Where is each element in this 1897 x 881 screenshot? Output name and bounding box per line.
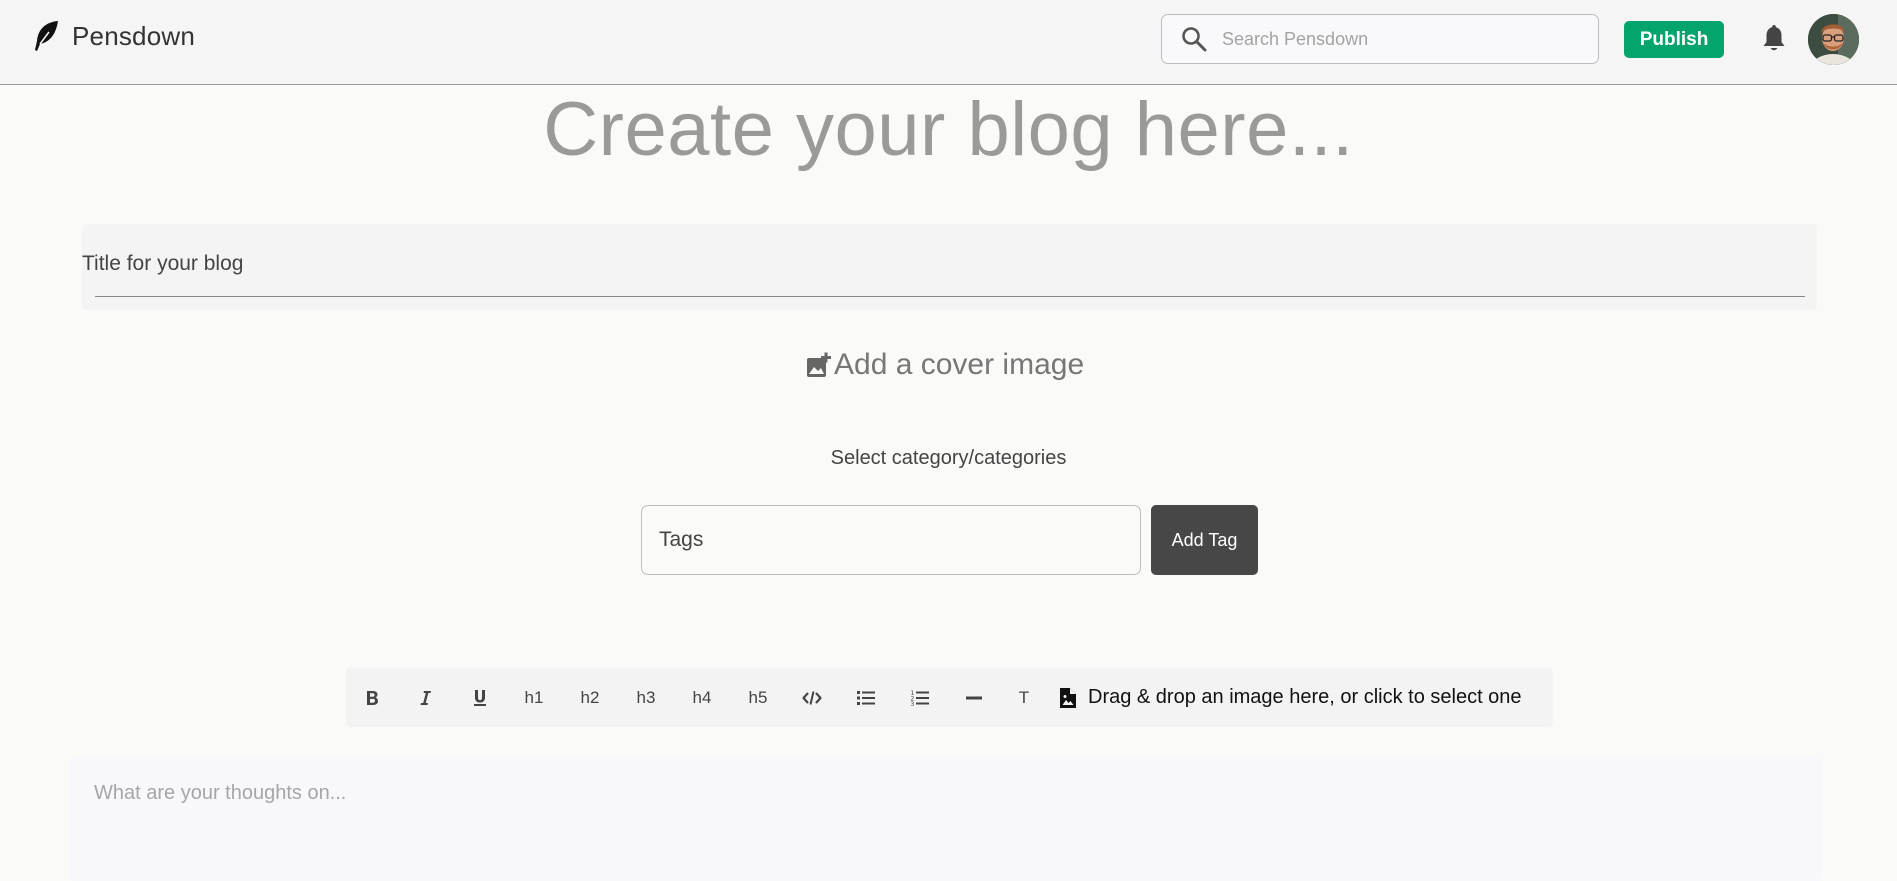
add-cover-image-button[interactable]: Add a cover image	[806, 348, 1084, 382]
numbered-list-icon: 1 2 3	[911, 690, 929, 708]
italic-icon	[420, 690, 431, 705]
numbered-list-button[interactable]: 1 2 3	[902, 668, 938, 727]
dropzone-label: Drag & drop an image here, or click to s…	[1088, 686, 1522, 708]
blog-title-field[interactable]	[82, 224, 1817, 310]
code-icon	[802, 690, 822, 705]
image-file-icon	[1060, 687, 1076, 708]
heading-3-button[interactable]: h3	[628, 668, 664, 727]
bold-icon	[367, 690, 378, 705]
bold-button[interactable]	[354, 668, 390, 727]
title-underline	[95, 296, 1805, 297]
bell-icon[interactable]	[1760, 24, 1788, 54]
top-navbar: Pensdown Publish	[0, 0, 1897, 85]
add-photo-icon	[807, 352, 831, 377]
user-avatar[interactable]	[1808, 14, 1859, 65]
search-input[interactable]	[1222, 19, 1582, 59]
horizontal-rule-button[interactable]	[956, 668, 992, 727]
publish-button[interactable]: Publish	[1624, 21, 1724, 58]
underline-icon	[474, 689, 486, 706]
italic-button[interactable]	[408, 668, 444, 727]
editor-toolbar: h1 h2 h3 h4 h5 1 2 3 T Drag & drop an im…	[346, 668, 1553, 727]
add-cover-image-label: Add a cover image	[834, 348, 1085, 381]
blog-content-editor[interactable]: What are your thoughts on...	[70, 758, 1822, 881]
add-tag-button[interactable]: Add Tag	[1151, 505, 1258, 575]
category-label: Select category/categories	[830, 447, 1067, 469]
code-button[interactable]	[794, 668, 830, 727]
tags-input[interactable]	[641, 505, 1141, 575]
bullet-list-icon	[857, 690, 875, 705]
blog-title-input[interactable]	[82, 244, 1817, 284]
search-icon	[1182, 27, 1207, 52]
brand[interactable]: Pensdown	[32, 20, 195, 52]
heading-2-button[interactable]: h2	[572, 668, 608, 727]
page-heading: Create your blog here...	[543, 87, 1354, 172]
svg-text:3: 3	[911, 701, 915, 708]
brand-name: Pensdown	[72, 20, 196, 51]
image-dropzone[interactable]: Drag & drop an image here, or click to s…	[1058, 668, 1522, 727]
horizontal-rule-icon	[966, 696, 982, 699]
clear-format-button[interactable]: T	[1006, 668, 1042, 727]
feather-logo-icon	[35, 21, 58, 51]
avatar-image	[1808, 14, 1859, 65]
bullet-list-button[interactable]	[848, 668, 884, 727]
editor-placeholder: What are your thoughts on...	[94, 782, 347, 804]
heading-5-button[interactable]: h5	[740, 668, 776, 727]
heading-4-button[interactable]: h4	[684, 668, 720, 727]
heading-1-button[interactable]: h1	[516, 668, 552, 727]
search-box[interactable]	[1161, 14, 1599, 64]
underline-button[interactable]	[462, 668, 498, 727]
